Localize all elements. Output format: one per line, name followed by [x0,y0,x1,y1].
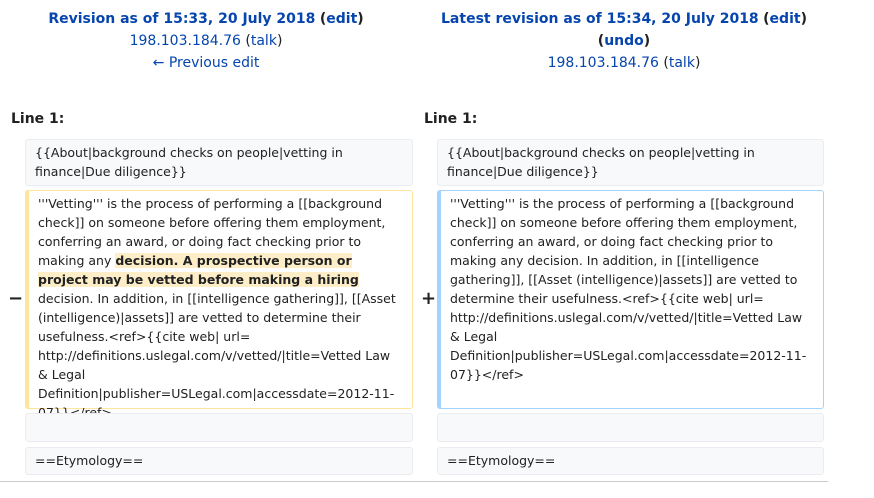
right-talk-link[interactable]: talk [669,55,695,71]
right-user-link[interactable]: 198.103.184.76 [548,55,659,71]
left-context-about: {{About|background checks on people|vett… [25,139,413,186]
right-context-about: {{About|background checks on people|vett… [437,139,824,186]
right-line-number: Line 1: [424,111,478,127]
left-revision-header: Revision as of 15:33, 20 July 2018 (edit… [48,11,364,71]
right-revision-title-link[interactable]: Latest revision as of 15:34, 20 July 201… [441,11,759,27]
left-user-link[interactable]: 198.103.184.76 [130,33,241,49]
left-talk-link[interactable]: talk [251,33,277,49]
left-edit-link[interactable]: edit [326,11,357,27]
right-context-etymology: ==Etymology== [437,447,824,475]
deleted-text-after: decision. In addition, in [[intelligence… [38,291,396,420]
left-revision-title-link[interactable]: Revision as of 15:33, 20 July 2018 [48,11,315,27]
left-context-etymology: ==Etymology== [25,447,413,475]
minus-marker: − [8,288,24,309]
left-empty-context [25,413,413,442]
bottom-divider [0,481,828,482]
added-line: '''Vetting''' is the process of performi… [437,190,824,409]
left-line-number: Line 1: [11,111,65,127]
previous-edit-link[interactable]: ← Previous edit [153,55,260,71]
undo-link[interactable]: undo [604,33,644,49]
right-empty-context [437,413,824,442]
plus-marker: + [421,288,437,309]
right-revision-header: Latest revision as of 15:34, 20 July 201… [441,11,807,71]
right-edit-link[interactable]: edit [770,11,801,27]
deleted-line: '''Vetting''' is the process of performi… [25,190,413,420]
